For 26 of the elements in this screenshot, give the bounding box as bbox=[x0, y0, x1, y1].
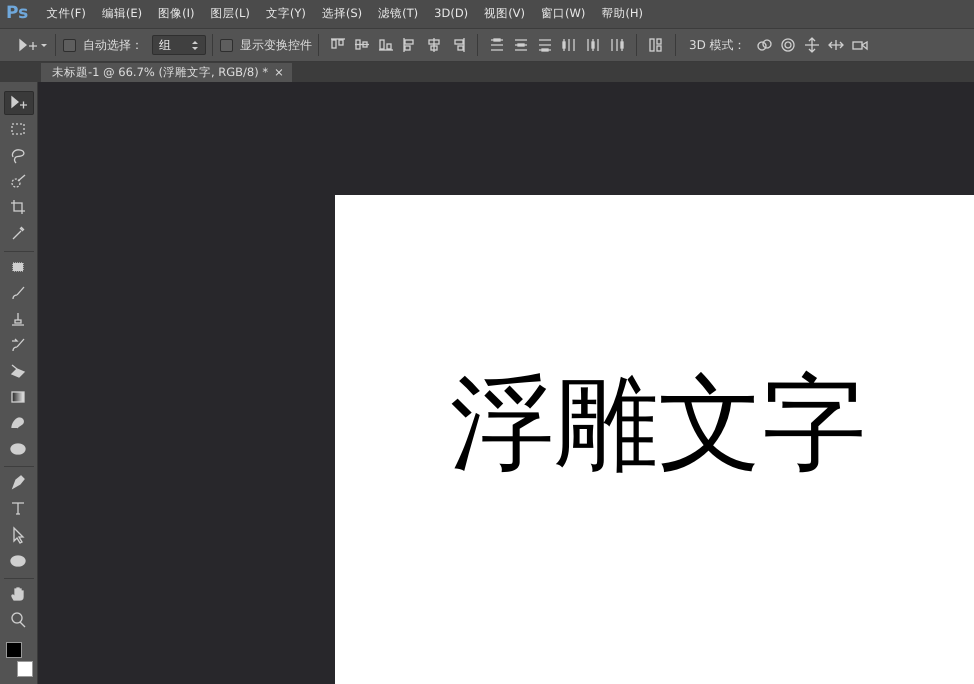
3d-mode-label: 3D 模式： bbox=[689, 37, 746, 54]
drag-icon[interactable] bbox=[802, 36, 821, 54]
background-color-swatch[interactable] bbox=[16, 660, 32, 677]
menu-item[interactable]: 文件(F) bbox=[38, 5, 94, 23]
menu-item[interactable]: 选择(S) bbox=[314, 5, 370, 23]
canvas-text: 浮雕文字 bbox=[450, 371, 866, 475]
document-tab[interactable]: 未标题-1 @ 66.7% (浮雕文字, RGB/8) * × bbox=[41, 63, 292, 82]
caret-icon[interactable] bbox=[40, 42, 48, 48]
menu-item[interactable]: 编辑(E) bbox=[94, 5, 150, 23]
show-transform-label: 显示变换控件 bbox=[240, 37, 312, 54]
auto-select-label: 自动选择： bbox=[83, 37, 143, 54]
foreground-color-swatch[interactable] bbox=[6, 642, 22, 658]
menu-item[interactable]: 视图(V) bbox=[476, 5, 534, 23]
menu-item[interactable]: 图层(L) bbox=[202, 5, 258, 23]
move-tool-icon[interactable] bbox=[18, 37, 40, 53]
menu-item[interactable]: 3D(D) bbox=[426, 5, 476, 23]
tool-button[interactable] bbox=[4, 91, 34, 115]
updown-icon bbox=[191, 40, 199, 50]
menu-item[interactable]: 帮助(H) bbox=[593, 5, 652, 23]
target-dropdown[interactable]: 组 bbox=[152, 35, 206, 55]
close-tab-button[interactable]: × bbox=[274, 64, 284, 82]
app-logo: Ps bbox=[5, 2, 30, 26]
menu-item[interactable]: 滤镜(T) bbox=[370, 5, 426, 23]
menu-item[interactable]: 文字(Y) bbox=[258, 5, 314, 23]
menu-item[interactable]: 窗口(W) bbox=[533, 5, 594, 23]
menu-item[interactable]: 图像(I) bbox=[150, 5, 202, 23]
